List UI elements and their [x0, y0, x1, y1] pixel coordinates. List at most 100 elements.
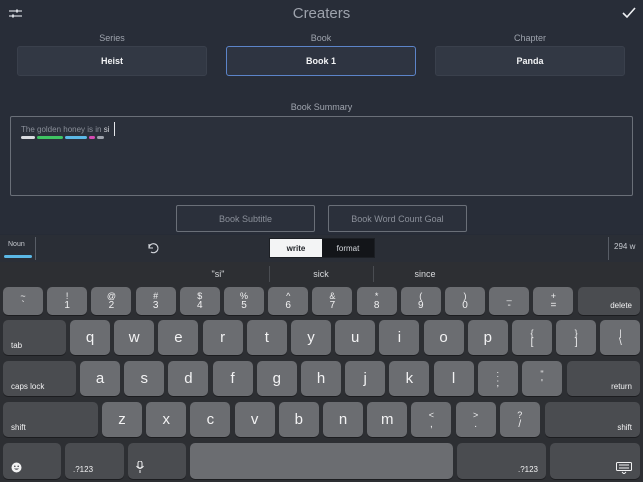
suggestion-3[interactable]: since: [375, 269, 475, 279]
key-j[interactable]: j: [345, 361, 386, 396]
key-z[interactable]: z: [102, 402, 142, 437]
number-key-6[interactable]: ^ 6: [268, 287, 309, 315]
tab-write[interactable]: write: [270, 239, 322, 257]
left-shift-key[interactable]: shift: [3, 402, 98, 437]
number-key-0[interactable]: ~ `: [3, 287, 43, 315]
summary-text: The golden honey is in si: [21, 125, 110, 134]
delete-key-label: delete: [610, 301, 632, 310]
return-key[interactable]: return: [567, 361, 640, 396]
numbers-toggle-key[interactable]: .?123: [65, 443, 124, 479]
key-g[interactable]: g: [256, 361, 297, 396]
key-h[interactable]: h: [301, 361, 341, 396]
toolbar-divider: [35, 237, 36, 260]
key-l[interactable]: l: [433, 361, 474, 396]
number-key-10[interactable]: ) 0: [445, 287, 485, 315]
number-key-4[interactable]: $4: [179, 287, 220, 315]
key-top-symbol: >: [472, 409, 479, 420]
series-label: Series: [99, 33, 125, 43]
key-bottom-symbol: `: [21, 300, 25, 311]
symbol-key-5[interactable]: <,: [411, 402, 452, 437]
emoji-key[interactable]: [3, 443, 61, 479]
key-top-symbol: }: [574, 327, 578, 338]
symbol-key-0[interactable]: {[: [512, 320, 552, 355]
caps-lock-key[interactable]: caps lock: [3, 361, 76, 396]
key-w[interactable]: w: [114, 320, 155, 355]
number-key-3[interactable]: #3: [135, 287, 176, 315]
key-bottom-symbol: 1: [64, 300, 70, 311]
keyboard-dismiss-icon: [616, 462, 632, 474]
key-m[interactable]: m: [367, 402, 408, 437]
key-k[interactable]: k: [389, 361, 430, 396]
series-button[interactable]: Heist: [17, 46, 207, 76]
word-type-bar: [21, 136, 35, 139]
symbol-key-3[interactable]: :;: [477, 361, 518, 396]
number-key-2[interactable]: @2: [91, 287, 132, 315]
key-q[interactable]: q: [70, 320, 110, 355]
symbol-key-6[interactable]: >.: [455, 402, 496, 437]
book-subtitle-button[interactable]: Book Subtitle: [176, 205, 315, 232]
right-shift-key[interactable]: shift: [545, 402, 640, 437]
tab-format[interactable]: format: [322, 239, 374, 257]
symbol-key-7[interactable]: ? /: [499, 402, 540, 437]
tab-key[interactable]: tab: [3, 320, 66, 355]
number-key-8[interactable]: * 8: [356, 287, 397, 315]
number-key-9[interactable]: (9: [400, 287, 441, 315]
suggestion-divider: [373, 266, 374, 282]
key-p[interactable]: p: [467, 320, 508, 355]
numbers-toggle-key-right[interactable]: .?123: [457, 443, 546, 479]
book-word-count-goal-button[interactable]: Book Word Count Goal: [328, 205, 467, 232]
hide-keyboard-key[interactable]: [550, 443, 640, 479]
key-bottom-symbol: ;: [496, 377, 500, 389]
key-u[interactable]: u: [335, 320, 376, 355]
key-bottom-symbol: [: [530, 336, 534, 348]
summary-textarea[interactable]: The golden honey is in si: [10, 116, 633, 196]
dictation-key[interactable]: [128, 443, 186, 479]
key-e[interactable]: e: [158, 320, 199, 355]
word-type-bar: [89, 136, 95, 139]
key-f[interactable]: f: [212, 361, 253, 396]
key-bottom-symbol: .: [474, 418, 477, 430]
suggestion-2[interactable]: sick: [271, 269, 371, 279]
key-a[interactable]: a: [80, 361, 120, 396]
left-shift-key-label: shift: [11, 423, 26, 432]
space-bar[interactable]: [190, 443, 453, 479]
key-bottom-symbol: =: [550, 300, 557, 311]
number-key-5[interactable]: % 5: [224, 287, 264, 315]
key-c[interactable]: c: [190, 402, 231, 437]
key-v[interactable]: v: [234, 402, 275, 437]
number-key-7[interactable]: & 7: [312, 287, 353, 315]
part-of-speech-label: Noun: [8, 241, 25, 248]
undo-icon[interactable]: [146, 241, 159, 254]
book-button[interactable]: Book 1: [226, 46, 416, 76]
key-s[interactable]: s: [124, 361, 165, 396]
return-key-label: return: [611, 382, 632, 391]
key-bottom-symbol: \: [619, 336, 622, 348]
symbol-key-4[interactable]: " ': [522, 361, 562, 396]
key-bottom-symbol: 7: [329, 300, 336, 311]
key-r[interactable]: r: [202, 320, 243, 355]
number-key-12[interactable]: + =: [533, 287, 574, 315]
key-b[interactable]: b: [278, 402, 319, 437]
key-bottom-symbol: 5: [241, 300, 247, 311]
key-bottom-symbol: ': [541, 377, 543, 389]
key-bottom-symbol: ]: [574, 336, 578, 348]
key-bottom-symbol: 0: [462, 300, 468, 311]
suggestion-1[interactable]: "si": [168, 269, 268, 279]
suggestion-divider: [269, 266, 270, 282]
key-x[interactable]: x: [146, 402, 187, 437]
key-y[interactable]: y: [291, 320, 331, 355]
symbol-key-1[interactable]: }]: [556, 320, 597, 355]
key-o[interactable]: o: [423, 320, 464, 355]
number-key-11[interactable]: _ -: [489, 287, 530, 315]
key-d[interactable]: d: [168, 361, 209, 396]
key-n[interactable]: n: [323, 402, 363, 437]
key-t[interactable]: t: [246, 320, 287, 355]
symbol-key-2[interactable]: | \: [600, 320, 641, 355]
chapter-label: Chapter: [513, 33, 547, 43]
emoji-icon: [11, 462, 22, 473]
delete-key[interactable]: delete: [578, 287, 640, 315]
checkmark-icon[interactable]: [622, 6, 636, 20]
number-key-1[interactable]: ! 1: [47, 287, 88, 315]
key-i[interactable]: i: [379, 320, 420, 355]
chapter-button[interactable]: Panda: [435, 46, 625, 76]
